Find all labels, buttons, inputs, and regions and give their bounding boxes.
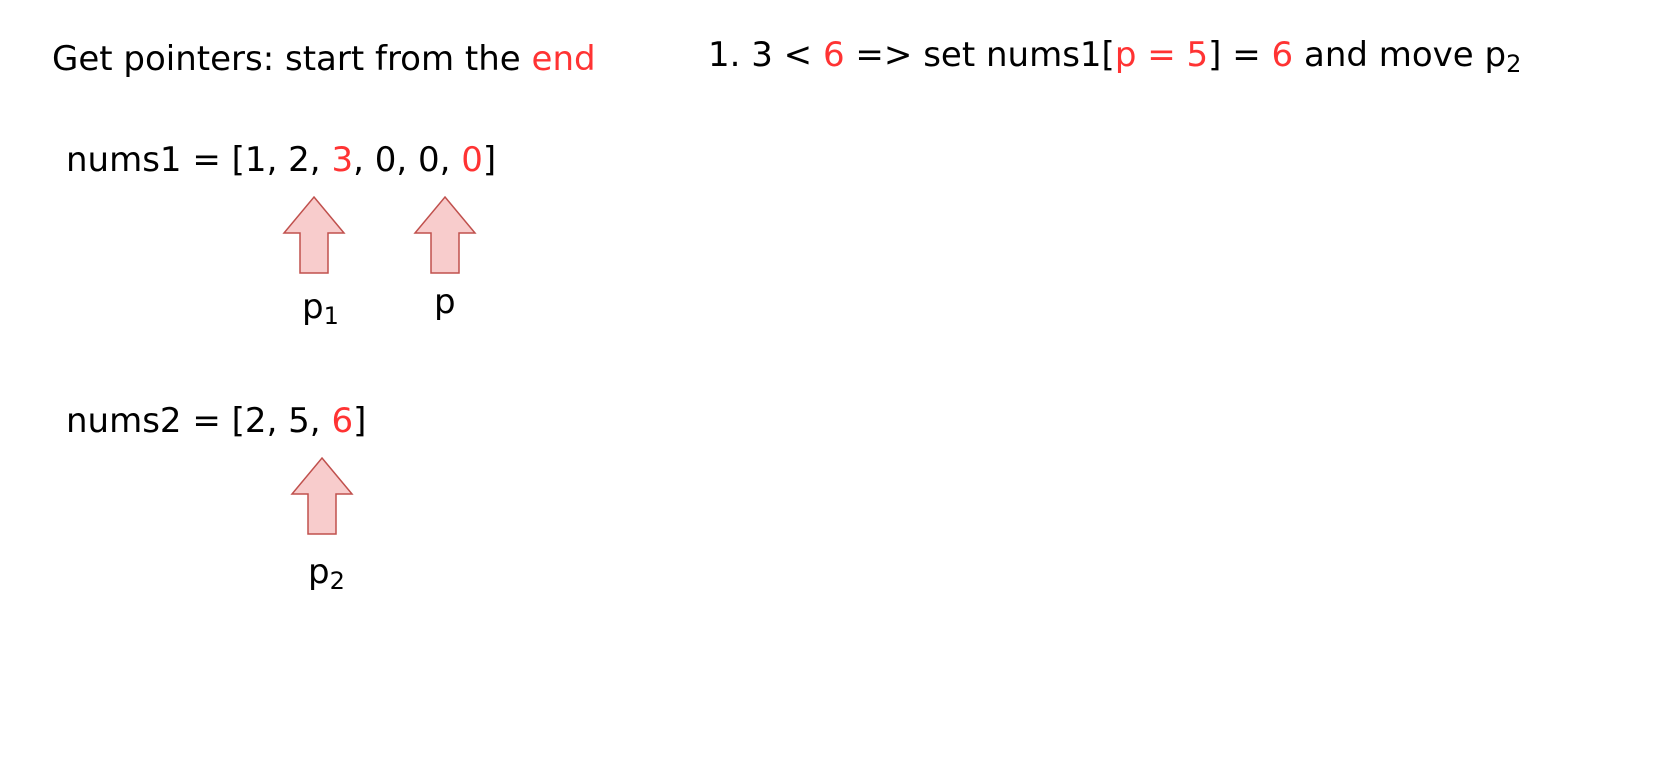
step-subscript: 2	[1506, 50, 1522, 78]
p-arrow-icon	[413, 195, 477, 275]
p-arrow-shape	[413, 195, 477, 274]
heading-highlight: end	[531, 39, 596, 79]
p1-label: p1	[302, 287, 339, 330]
step-highlight-1: 6	[822, 35, 845, 75]
step-text-2: => set nums1[	[844, 35, 1115, 75]
p-label-base: p	[434, 282, 456, 322]
nums1-array: nums1 = [1, 2, 3, 0, 0, 0]	[66, 140, 496, 180]
nums1-highlight-1: 3	[331, 140, 354, 180]
nums2-highlight-1: 6	[331, 401, 354, 441]
step-text-1: 1. 3 <	[708, 35, 823, 75]
heading: Get pointers: start from the end	[52, 39, 596, 79]
nums1-text-a: nums1 = [1, 2,	[66, 140, 332, 180]
p1-label-base: p	[302, 287, 324, 327]
p2-label-base: p	[308, 552, 330, 592]
nums2-text-b: ]	[353, 401, 367, 441]
nums1-highlight-2: 0	[461, 140, 483, 180]
heading-text: Get pointers: start from the	[52, 39, 532, 79]
p1-label-sub: 1	[323, 302, 339, 330]
step-description: 1. 3 < 6 => set nums1[p = 5] = 6 and mov…	[708, 35, 1521, 78]
p-label: p	[434, 282, 456, 322]
nums1-text-c: ]	[482, 140, 497, 180]
p1-arrow-shape	[282, 195, 346, 274]
p1-arrow-icon	[282, 195, 346, 275]
p2-arrow-shape	[290, 456, 354, 535]
step-text-4: and move p	[1293, 35, 1507, 75]
step-text-3: ] =	[1208, 35, 1272, 75]
nums2-text-a: nums2 = [2, 5,	[66, 401, 332, 441]
p2-label-sub: 2	[329, 567, 345, 595]
p2-label: p2	[308, 552, 345, 595]
nums2-array: nums2 = [2, 5, 6]	[66, 401, 366, 441]
p2-arrow-icon	[290, 456, 354, 536]
nums1-text-b: , 0, 0,	[353, 140, 462, 180]
step-highlight-2: p = 5	[1114, 35, 1209, 75]
step-highlight-3: 6	[1271, 35, 1294, 75]
